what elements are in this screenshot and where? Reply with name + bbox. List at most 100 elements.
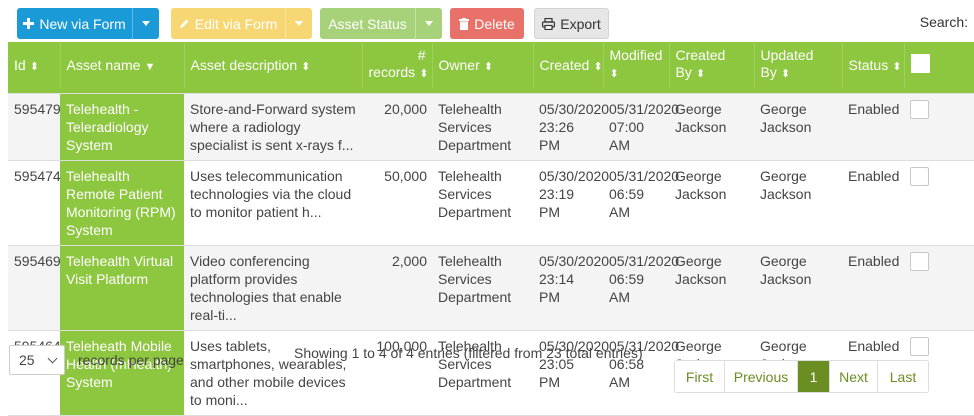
row-checkbox[interactable] bbox=[910, 99, 929, 119]
column-header-created[interactable]: Created ⬍ bbox=[532, 42, 603, 88]
edit-dropdown-toggle[interactable] bbox=[285, 8, 312, 39]
table-row[interactable]: 595479 Telehealth - Teleradiology System… bbox=[8, 93, 974, 161]
cell-updated-by: George Jackson bbox=[754, 245, 842, 331]
cell-asset-name[interactable]: Telehealth - Teleradiology System bbox=[60, 93, 184, 161]
cell-description: Uses tablets, smartphones, wearables, an… bbox=[184, 330, 362, 416]
pager-page-1[interactable]: 1 bbox=[797, 361, 829, 392]
cell-description: Uses telecommunication technologies via … bbox=[184, 160, 362, 246]
export-label: Export bbox=[560, 15, 601, 32]
pagination: First Previous 1 Next Last bbox=[674, 360, 929, 393]
cell-id: 595474 bbox=[8, 160, 61, 246]
cell-records: 50,000 bbox=[362, 160, 432, 246]
records-per-page-label: records per page bbox=[78, 352, 184, 368]
cell-created: 05/30/2020 23:05 PM bbox=[533, 330, 609, 416]
column-header-asset-name[interactable]: Asset name ▼ bbox=[59, 42, 184, 88]
row-checkbox[interactable] bbox=[910, 251, 929, 271]
sort-icon: ⬍ bbox=[593, 61, 603, 73]
cell-created-by: George Jackson bbox=[669, 245, 754, 331]
new-dropdown-toggle[interactable] bbox=[132, 8, 159, 39]
edit-via-form-button[interactable]: Edit via Form bbox=[171, 8, 285, 39]
sort-icon: ⬍ bbox=[483, 61, 493, 73]
sort-icon: ⬍ bbox=[29, 61, 39, 73]
cell-records: 2,000 bbox=[362, 245, 432, 331]
asset-status-dropdown-toggle[interactable] bbox=[415, 8, 442, 39]
cell-select bbox=[904, 93, 974, 161]
cell-id: 595469 bbox=[8, 245, 61, 331]
column-header-created-by[interactable]: Created By ⬍ bbox=[668, 42, 754, 88]
cell-owner: Telehealth Services Department bbox=[432, 245, 533, 331]
cell-status: Enabled bbox=[842, 93, 904, 161]
cell-created: 05/30/2020 23:19 PM bbox=[533, 160, 609, 246]
trash-icon bbox=[459, 17, 470, 30]
page-length-control: 25 records per page bbox=[9, 345, 184, 375]
asset-status-button[interactable]: Asset Status bbox=[320, 8, 415, 39]
sort-icon: ⬍ bbox=[695, 68, 706, 80]
cell-asset-name[interactable]: Telehealth Virtual Visit Platform bbox=[60, 245, 184, 331]
cell-records: 100,000 bbox=[362, 330, 432, 416]
select-all-checkbox[interactable] bbox=[910, 54, 930, 73]
cell-status: Enabled bbox=[842, 160, 904, 246]
cell-owner: Telehealth Services Department bbox=[432, 93, 533, 161]
export-button[interactable]: Export bbox=[534, 8, 609, 39]
delete-label: Delete bbox=[474, 15, 515, 32]
delete-button[interactable]: Delete bbox=[450, 8, 524, 39]
printer-icon bbox=[542, 17, 556, 30]
new-via-form-label: New via Form bbox=[39, 15, 126, 32]
sort-icon: ⬍ bbox=[780, 68, 791, 80]
cell-created-by: George Jackson bbox=[669, 93, 754, 161]
cell-description: Video conferencing platform provides tec… bbox=[184, 245, 362, 331]
cell-created-by: George Jackson bbox=[669, 160, 754, 246]
edit-via-form-label: Edit via Form bbox=[194, 15, 278, 32]
column-header-records[interactable]: # records ⬍ bbox=[361, 42, 432, 88]
sort-desc-icon: ▼ bbox=[144, 61, 156, 73]
cell-modified: 05/31/2020 07:00 AM bbox=[603, 93, 679, 161]
chevron-down-icon bbox=[425, 21, 433, 26]
cell-created: 05/30/2020 23:14 PM bbox=[533, 245, 609, 331]
pager-previous[interactable]: Previous bbox=[724, 361, 797, 392]
column-header-modified[interactable]: Modified ⬍ bbox=[602, 42, 669, 88]
chevron-down-icon bbox=[295, 21, 303, 26]
row-checkbox[interactable] bbox=[910, 166, 929, 186]
asset-status-label: Asset Status bbox=[328, 15, 407, 32]
cell-modified: 05/31/2020 06:59 AM bbox=[603, 245, 679, 331]
row-checkbox[interactable] bbox=[910, 336, 929, 356]
cell-updated-by: George Jackson bbox=[754, 160, 842, 246]
cell-id: 595479 bbox=[8, 93, 61, 161]
cell-records: 20,000 bbox=[362, 93, 432, 161]
search-label: Search: bbox=[919, 14, 968, 30]
new-via-form-button[interactable]: New via Form bbox=[17, 8, 132, 39]
cell-description: Store-and-Forward system where a radiolo… bbox=[184, 93, 362, 161]
page-size-value: 25 bbox=[19, 352, 35, 368]
column-header-asset-description[interactable]: Asset description ⬍ bbox=[183, 42, 362, 88]
chevron-down-icon bbox=[142, 21, 150, 26]
toolbar: New via Form Edit via Form Asset Status … bbox=[0, 0, 974, 42]
cell-owner: Telehealth Services Department bbox=[432, 330, 533, 416]
sort-icon: ⬍ bbox=[609, 68, 619, 80]
cell-owner: Telehealth Services Department bbox=[432, 160, 533, 246]
pager-last[interactable]: Last bbox=[877, 361, 928, 392]
select-all-header bbox=[903, 42, 974, 88]
cell-status: Enabled bbox=[842, 245, 904, 331]
sort-icon: ⬍ bbox=[892, 61, 902, 73]
table-info: Showing 1 to 4 of 4 entries (filtered fr… bbox=[294, 345, 643, 361]
page-size-select[interactable]: 25 bbox=[9, 345, 65, 375]
column-header-updated-by[interactable]: Updated By ⬍ bbox=[753, 42, 842, 88]
cell-updated-by: George Jackson bbox=[754, 93, 842, 161]
cell-created: 05/30/2020 23:26 PM bbox=[533, 93, 609, 161]
column-header-id[interactable]: Id ⬍ bbox=[8, 42, 60, 88]
cell-select bbox=[904, 245, 974, 331]
sort-icon: ⬍ bbox=[301, 61, 311, 73]
pencil-icon bbox=[179, 18, 190, 29]
cell-select bbox=[904, 160, 974, 246]
chevron-down-icon bbox=[47, 353, 58, 364]
pager-first[interactable]: First bbox=[675, 361, 724, 392]
column-header-owner[interactable]: Owner ⬍ bbox=[431, 42, 533, 88]
pager-next[interactable]: Next bbox=[829, 361, 877, 392]
column-header-status[interactable]: Status ⬍ bbox=[841, 42, 904, 88]
table-row[interactable]: 595474 Telehealth Remote Patient Monitor… bbox=[8, 160, 974, 246]
cell-asset-name[interactable]: Telehealth Remote Patient Monitoring (RP… bbox=[60, 160, 184, 246]
cell-modified: 05/31/2020 06:59 AM bbox=[603, 160, 679, 246]
sort-icon: ⬍ bbox=[419, 68, 429, 80]
plus-icon bbox=[23, 18, 35, 29]
table-row[interactable]: 595469 Telehealth Virtual Visit Platform… bbox=[8, 245, 974, 331]
